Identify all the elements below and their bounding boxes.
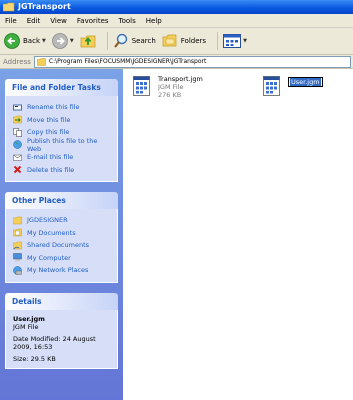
menu-help[interactable]: Help: [146, 17, 162, 25]
file-list: Transport.jgm JGM File 276 KB User.jgm: [123, 69, 353, 400]
rename-input-value: User.jgm: [290, 78, 321, 86]
place-my-documents-label: My Documents: [27, 228, 76, 237]
views-icon: [223, 34, 242, 48]
forward-arrow-icon: [51, 33, 68, 49]
place-shared-documents[interactable]: Shared Documents: [13, 239, 111, 252]
address-path: C:\Program Files\FOCUSMM\JGDESIGNER\JGTr…: [48, 58, 207, 65]
jgm-file-icon: [133, 76, 150, 96]
title-bar: JGTransport: [0, 0, 353, 14]
computer-icon: [13, 253, 22, 262]
details-file-type: JGM File: [13, 323, 39, 331]
move-icon: [13, 116, 22, 124]
folders-icon: [162, 34, 177, 47]
globe-icon: [13, 140, 22, 149]
file-type: JGM File: [158, 83, 184, 91]
search-icon: [113, 33, 127, 48]
file-tasks-panel: File and Folder Tasks Rename this file M…: [5, 79, 118, 182]
details-date-modified: Date Modified: 24 August 2009, 16:53: [13, 334, 96, 352]
menu-view[interactable]: View: [50, 17, 67, 25]
folder-icon: [13, 216, 22, 224]
toolbar-separator: [106, 32, 108, 50]
back-label: Back: [23, 37, 40, 45]
other-places-panel: Other Places JGDESIGNER My Documents Sha…: [5, 192, 118, 283]
back-arrow-icon: [4, 33, 20, 49]
folder-icon: [3, 2, 15, 12]
up-button[interactable]: [80, 33, 96, 49]
place-my-network-places[interactable]: My Network Places: [13, 264, 111, 277]
details-size: Size: 29.5 KB: [13, 354, 56, 363]
copy-icon: [13, 127, 22, 137]
publish-file-link[interactable]: Publish this file to the Web: [13, 136, 111, 153]
chevron-down-icon[interactable]: ▼: [42, 38, 46, 44]
search-label: Search: [131, 37, 156, 45]
search-button[interactable]: Search: [113, 33, 156, 49]
address-bar: Address C:\Program Files\FOCUSMM\JGDESIG…: [0, 55, 353, 69]
file-item-transport[interactable]: Transport.jgm JGM File 276 KB: [131, 75, 203, 99]
address-field[interactable]: C:\Program Files\FOCUSMM\JGDESIGNER\JGTr…: [33, 55, 351, 68]
place-shared-documents-label: Shared Documents: [27, 241, 90, 250]
menu-tools[interactable]: Tools: [119, 17, 136, 25]
folders-label: Folders: [180, 37, 207, 45]
file-size: 276 KB: [158, 91, 182, 99]
toolbar: Back ▼ ▼ Search Folders ▼: [0, 28, 353, 55]
chevron-down-icon[interactable]: ▼: [70, 38, 74, 44]
folders-button[interactable]: Folders: [162, 33, 206, 49]
menu-bar: File Edit View Favorites Tools Help: [0, 14, 353, 28]
publish-file-label: Publish this file to the Web: [27, 136, 98, 153]
file-item-user[interactable]: User.jgm: [261, 75, 323, 97]
my-documents-icon: [13, 229, 22, 237]
network-icon: [13, 266, 22, 275]
place-jgdesigner-label: JGDESIGNER: [27, 216, 68, 225]
up-folder-icon: [80, 35, 96, 48]
details-panel: Details User.jgm JGM File Date Modified:…: [5, 292, 118, 369]
place-jgdesigner[interactable]: JGDESIGNER: [13, 214, 111, 227]
email-file-link[interactable]: E-mail this file: [13, 151, 111, 164]
delete-file-label: Delete this file: [27, 165, 75, 174]
place-my-computer-label: My Computer: [27, 253, 71, 262]
place-my-computer[interactable]: My Computer: [13, 252, 111, 265]
menu-edit[interactable]: Edit: [27, 17, 41, 25]
chevron-down-icon[interactable]: ▼: [243, 38, 247, 44]
rename-icon: [13, 104, 22, 111]
views-button[interactable]: ▼: [223, 34, 247, 48]
place-my-network-places-label: My Network Places: [27, 266, 89, 275]
rename-file-link[interactable]: Rename this file: [13, 101, 111, 114]
move-file-link[interactable]: Move this file: [13, 114, 111, 127]
delete-file-link[interactable]: Delete this file: [13, 164, 111, 177]
delete-x-icon: [13, 166, 22, 174]
task-pane: File and Folder Tasks Rename this file M…: [0, 69, 123, 400]
envelope-icon: [13, 154, 22, 161]
rename-input[interactable]: User.jgm: [288, 77, 323, 87]
other-places-header[interactable]: Other Places: [5, 192, 118, 209]
rename-file-label: Rename this file: [27, 103, 80, 112]
jgm-file-icon: [263, 76, 280, 96]
details-header[interactable]: Details: [5, 292, 118, 310]
window-title: JGTransport: [18, 2, 71, 11]
shared-folder-icon: [13, 241, 22, 249]
forward-button[interactable]: ▼: [51, 33, 74, 49]
folder-icon: [36, 57, 46, 66]
email-file-label: E-mail this file: [27, 153, 74, 162]
toolbar-separator: [217, 32, 219, 50]
copy-file-label: Copy this file: [27, 128, 70, 137]
move-file-label: Move this file: [27, 115, 71, 124]
menu-file[interactable]: File: [5, 17, 17, 25]
file-tasks-header[interactable]: File and Folder Tasks: [5, 79, 118, 96]
place-my-documents[interactable]: My Documents: [13, 227, 111, 240]
menu-favorites[interactable]: Favorites: [77, 17, 109, 25]
file-name: Transport.jgm: [158, 75, 203, 83]
address-label: Address: [3, 57, 31, 66]
back-button[interactable]: Back ▼: [4, 33, 46, 49]
details-file-name: User.jgm: [13, 314, 45, 323]
